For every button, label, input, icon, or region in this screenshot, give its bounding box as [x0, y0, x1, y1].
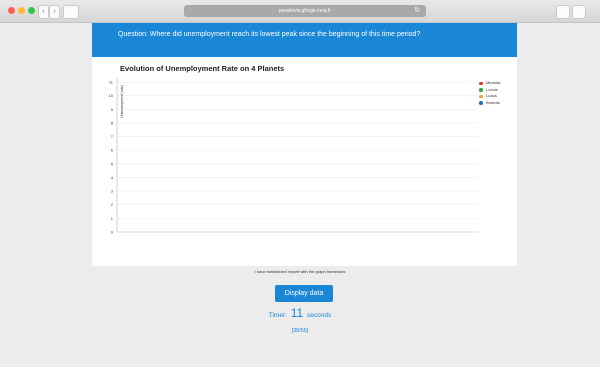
back-button[interactable]: ‹ [38, 5, 49, 19]
y-axis-label: Unemployment (rate) [120, 85, 124, 118]
sidebar-toggle-button[interactable] [63, 5, 79, 19]
y-tick-label: 3 [111, 189, 114, 194]
forward-button[interactable]: › [49, 5, 60, 19]
y-tick-label: 1 [111, 216, 114, 221]
question-progress: [38/55] [291, 328, 309, 334]
y-tick-label: 10 [109, 93, 114, 98]
y-tick-label: 5 [111, 161, 114, 166]
legend-label: Luaus [486, 93, 497, 98]
browser-titlebar: ‹ › peoplevis.gforge.inria.fr ↻ [0, 0, 600, 23]
y-tick-label: 7 [111, 134, 114, 139]
legend-label: Loonis [486, 86, 498, 92]
legend-marker [479, 101, 483, 105]
timer-label: Timer: [268, 312, 287, 319]
legend-marker [479, 81, 483, 85]
timer-value: 11 [290, 306, 304, 320]
share-button[interactable] [556, 5, 570, 19]
y-tick-label: 9 [111, 107, 114, 112]
close-window-button[interactable] [8, 7, 15, 14]
y-tick-label: 4 [111, 175, 114, 180]
reload-icon[interactable]: ↻ [414, 5, 420, 17]
familiarized-text: I have familiarized myself with the grap… [254, 269, 346, 274]
chevron-right-icon: › [53, 8, 56, 15]
url-text: peoplevis.gforge.inria.fr [279, 8, 331, 14]
tabs-overview-button[interactable] [572, 5, 586, 19]
y-tick-label: 0 [111, 230, 114, 235]
y-tick-label: 2 [111, 202, 114, 207]
y-tick-label: 6 [111, 148, 114, 153]
line-chart: 0 1 2 3 4 5 6 7 8 9 10 11 Unemployment (rate) [109, 78, 478, 235]
legend-marker [479, 88, 483, 92]
zoom-window-button[interactable] [28, 7, 35, 14]
legend-marker [479, 94, 483, 98]
chevron-left-icon: ‹ [42, 8, 45, 15]
y-tick-label: 11 [109, 80, 114, 85]
y-tick-label: 8 [111, 120, 114, 125]
legend-label: Ameras [486, 99, 500, 105]
timer: Timer: 11 seconds [0, 306, 600, 320]
legend-label: Miranda [486, 80, 501, 85]
timer-unit: seconds [307, 312, 332, 319]
address-bar[interactable]: peoplevis.gforge.inria.fr ↻ [184, 5, 426, 17]
minimize-window-button[interactable] [18, 7, 25, 14]
display-data-button[interactable]: Display data [275, 285, 333, 302]
question-card: Question: Where did unemployment reach i… [92, 23, 517, 266]
